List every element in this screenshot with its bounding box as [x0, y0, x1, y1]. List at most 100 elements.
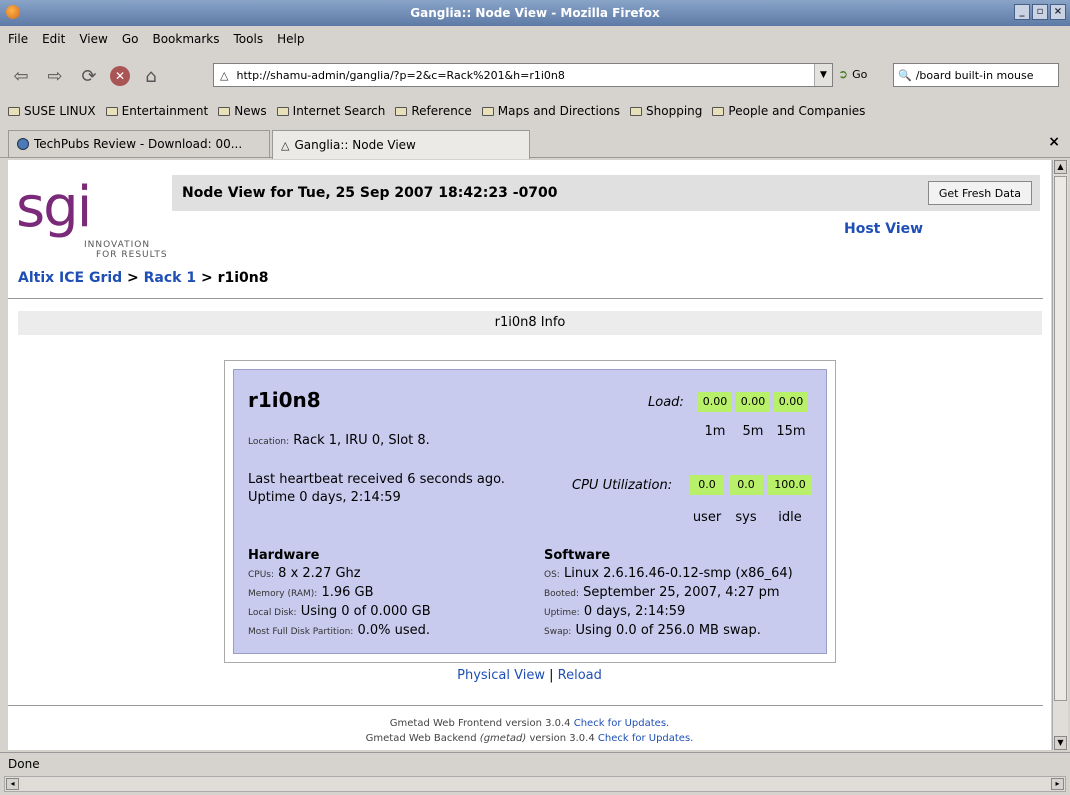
os-row: OS: Linux 2.6.16.46-0.12-smp (x86_64)	[544, 566, 793, 581]
node-heartbeat: Last heartbeat received 6 seconds ago. U…	[248, 471, 505, 507]
go-button[interactable]: ➲ Go	[838, 67, 867, 81]
maximize-button[interactable]: ▫	[1032, 4, 1048, 20]
url-dropdown-icon[interactable]: ▼	[814, 64, 832, 86]
folder-icon	[8, 106, 20, 116]
logo-text: sgi	[16, 175, 92, 240]
backend-version: version 3.0.4	[529, 733, 595, 744]
forward-arrow-icon[interactable]: ⇨	[42, 63, 68, 89]
menu-go[interactable]: Go	[122, 32, 139, 46]
load-15m-value: 0.00	[774, 392, 808, 412]
window-controls: _ ▫ ×	[1014, 4, 1066, 20]
url-field[interactable]: △ http://shamu-admin/ganglia/?p=2&c=Rack…	[213, 63, 833, 87]
bookmark-entertainment[interactable]: Entertainment	[105, 104, 208, 118]
cpus-value: 8 x 2.27 Ghz	[278, 566, 361, 581]
backend-label: Gmetad Web Backend	[365, 733, 477, 744]
scrollbar-thumb[interactable]	[1054, 176, 1067, 701]
disk-partition-row: Most Full Disk Partition: 0.0% used.	[248, 623, 430, 638]
frontend-check-updates-link[interactable]: Check for Updates.	[574, 718, 669, 729]
menu-file[interactable]: File	[8, 32, 28, 46]
status-bar: Done	[0, 752, 1070, 774]
breadcrumb-rack-link[interactable]: Rack 1	[144, 270, 196, 286]
bookmark-internet-search[interactable]: Internet Search	[276, 104, 385, 118]
menu-tools[interactable]: Tools	[234, 32, 264, 46]
bookmark-news[interactable]: News	[218, 104, 267, 118]
disk-partition-label: Most Full Disk Partition:	[248, 627, 354, 637]
cpus-row: CPUs: 8 x 2.27 Ghz	[248, 566, 361, 581]
bookmark-maps-and-directions[interactable]: Maps and Directions	[481, 104, 621, 118]
page-title: Node View for Tue, 25 Sep 2007 18:42:23 …	[182, 185, 558, 201]
bookmarks-toolbar: SUSE LINUX Entertainment News Internet S…	[0, 100, 1070, 122]
navigation-toolbar: ⇦ ⇨ ⟳ ✕ ⌂ △ http://shamu-admin/ganglia/?…	[0, 56, 1070, 96]
horizontal-scrollbar[interactable]: ◂ ▸	[4, 776, 1066, 792]
menu-edit[interactable]: Edit	[42, 32, 65, 46]
view-links: Physical View | Reload	[8, 668, 1051, 683]
close-tab-icon[interactable]: ×	[1048, 134, 1060, 150]
back-arrow-icon[interactable]: ⇦	[8, 63, 34, 89]
location-label: Location:	[248, 437, 290, 447]
node-location: Location: Rack 1, IRU 0, Slot 8.	[248, 433, 430, 448]
logo-tagline-2: FOR RESULTS	[96, 250, 168, 260]
backend-check-updates-link[interactable]: Check for Updates.	[598, 733, 693, 744]
folder-icon	[712, 106, 725, 116]
cpu-user-value: 0.0	[690, 475, 724, 495]
reload-icon[interactable]: ⟳	[76, 63, 102, 89]
divider	[8, 705, 1043, 706]
backend-version-line: Gmetad Web Backend (gmetad) version 3.0.…	[8, 731, 1051, 746]
booted-label: Booted:	[544, 589, 579, 599]
booted-value: September 25, 2007, 4:27 pm	[583, 585, 780, 600]
memory-value: 1.96 GB	[321, 585, 374, 600]
local-disk-label: Local Disk:	[248, 608, 297, 618]
software-uptime-label: Uptime:	[544, 608, 580, 618]
breadcrumb-node: r1i0n8	[217, 270, 269, 286]
scroll-left-icon[interactable]: ◂	[6, 778, 19, 790]
url-text: http://shamu-admin/ganglia/?p=2&c=Rack%2…	[236, 68, 565, 82]
vertical-scrollbar[interactable]: ▲ ▼	[1052, 160, 1068, 750]
minimize-button[interactable]: _	[1014, 4, 1030, 20]
frontend-version-line: Gmetad Web Frontend version 3.0.4 Check …	[8, 716, 1051, 731]
heartbeat-text: Last heartbeat received 6 seconds ago.	[248, 472, 505, 487]
tab-ganglia-node-view[interactable]: △ Ganglia:: Node View	[272, 130, 530, 159]
cpu-utilization-label: CPU Utilization:	[572, 478, 673, 493]
cpu-sys-value: 0.0	[729, 475, 763, 495]
swap-row: Swap: Using 0.0 of 256.0 MB swap.	[544, 623, 761, 638]
bookmark-people-and-companies[interactable]: People and Companies	[712, 104, 865, 118]
software-uptime-value: 0 days, 2:14:59	[583, 604, 686, 619]
scroll-up-icon[interactable]: ▲	[1054, 160, 1067, 174]
reload-link[interactable]: Reload	[558, 668, 602, 683]
cpu-type-label: idle	[778, 510, 802, 525]
window-title-bar: Ganglia:: Node View - Mozilla Firefox _ …	[0, 0, 1070, 26]
stop-icon[interactable]: ✕	[110, 66, 130, 86]
load-period-label: 1m	[704, 424, 726, 439]
menu-view[interactable]: View	[79, 32, 107, 46]
tab-techpubs-review[interactable]: TechPubs Review - Download: 00...	[8, 130, 270, 157]
get-fresh-data-button[interactable]: Get Fresh Data	[927, 181, 1032, 205]
close-window-button[interactable]: ×	[1050, 4, 1066, 20]
load-5m-value: 0.00	[736, 392, 770, 412]
folder-icon	[630, 106, 643, 116]
breadcrumb: Altix ICE Grid > Rack 1 > r1i0n8	[18, 270, 269, 286]
booted-row: Booted: September 25, 2007, 4:27 pm	[544, 585, 780, 600]
scroll-down-icon[interactable]: ▼	[1054, 736, 1067, 750]
home-icon[interactable]: ⌂	[138, 63, 164, 89]
menu-help[interactable]: Help	[277, 32, 304, 46]
breadcrumb-grid-link[interactable]: Altix ICE Grid	[18, 270, 122, 286]
bookmark-label: Maps and Directions	[497, 104, 621, 118]
bookmark-shopping[interactable]: Shopping	[630, 104, 702, 118]
go-label: Go	[852, 67, 868, 81]
tab-label: TechPubs Review - Download: 00...	[34, 137, 243, 151]
scroll-right-icon[interactable]: ▸	[1051, 778, 1064, 790]
firefox-icon	[6, 5, 20, 19]
page-content: sgi INNOVATION FOR RESULTS Node View for…	[8, 160, 1051, 750]
breadcrumb-separator: >	[196, 270, 218, 286]
physical-view-link[interactable]: Physical View	[457, 668, 545, 683]
bookmark-reference[interactable]: Reference	[395, 104, 472, 118]
bookmark-suse-linux[interactable]: SUSE LINUX	[8, 104, 96, 118]
menu-bookmarks[interactable]: Bookmarks	[152, 32, 219, 46]
local-disk-value: Using 0 of 0.000 GB	[300, 604, 431, 619]
memory-row: Memory (RAM): 1.96 GB	[248, 585, 374, 600]
host-view-link[interactable]: Host View	[844, 221, 923, 237]
software-title: Software	[544, 548, 611, 563]
load-period-label: 15m	[776, 424, 806, 439]
local-disk-row: Local Disk: Using 0 of 0.000 GB	[248, 604, 431, 619]
search-input[interactable]: 🔍 /board built-in mouse	[893, 63, 1059, 87]
